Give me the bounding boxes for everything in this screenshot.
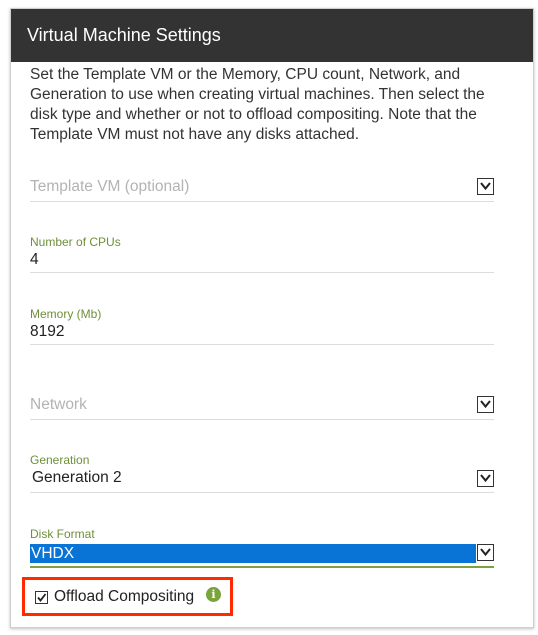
disk-format-label: Disk Format xyxy=(30,527,95,541)
disk-format-value[interactable]: VHDX xyxy=(30,544,476,563)
field-underline xyxy=(30,272,494,273)
field-underline-active xyxy=(30,566,494,568)
generation-label: Generation xyxy=(30,453,90,467)
field-underline xyxy=(30,344,494,345)
memory-label: Memory (Mb) xyxy=(30,307,102,321)
field-underline xyxy=(30,419,494,420)
memory-input[interactable]: 8192 xyxy=(30,323,64,341)
offload-compositing-label[interactable]: Offload Compositing xyxy=(54,588,194,606)
memory-field[interactable]: Memory (Mb) 8192 xyxy=(30,305,494,347)
disk-format-select[interactable]: Disk Format VHDX xyxy=(30,525,494,569)
field-underline xyxy=(30,201,494,202)
offload-compositing-checkbox[interactable] xyxy=(35,591,48,604)
cpus-input[interactable]: 4 xyxy=(30,251,39,269)
panel-title: Virtual Machine Settings xyxy=(11,9,533,62)
template-vm-select[interactable]: Template VM (optional) xyxy=(30,175,494,203)
info-icon[interactable]: i xyxy=(206,587,221,602)
chevron-down-icon[interactable] xyxy=(477,396,494,413)
chevron-down-icon[interactable] xyxy=(477,544,494,561)
generation-select[interactable]: Generation Generation 2 xyxy=(30,451,494,495)
chevron-down-icon[interactable] xyxy=(477,470,494,487)
offload-compositing-highlight: Offload Compositing i xyxy=(22,577,233,616)
cpus-label: Number of CPUs xyxy=(30,235,121,249)
field-underline xyxy=(30,492,494,493)
panel-description: Set the Template VM or the Memory, CPU c… xyxy=(30,66,485,143)
template-vm-placeholder: Template VM (optional) xyxy=(30,178,190,195)
generation-value[interactable]: Generation 2 xyxy=(32,469,122,487)
network-select[interactable]: Network xyxy=(30,393,494,421)
network-placeholder: Network xyxy=(30,396,87,413)
cpus-field[interactable]: Number of CPUs 4 xyxy=(30,233,494,275)
chevron-down-icon[interactable] xyxy=(477,178,494,195)
